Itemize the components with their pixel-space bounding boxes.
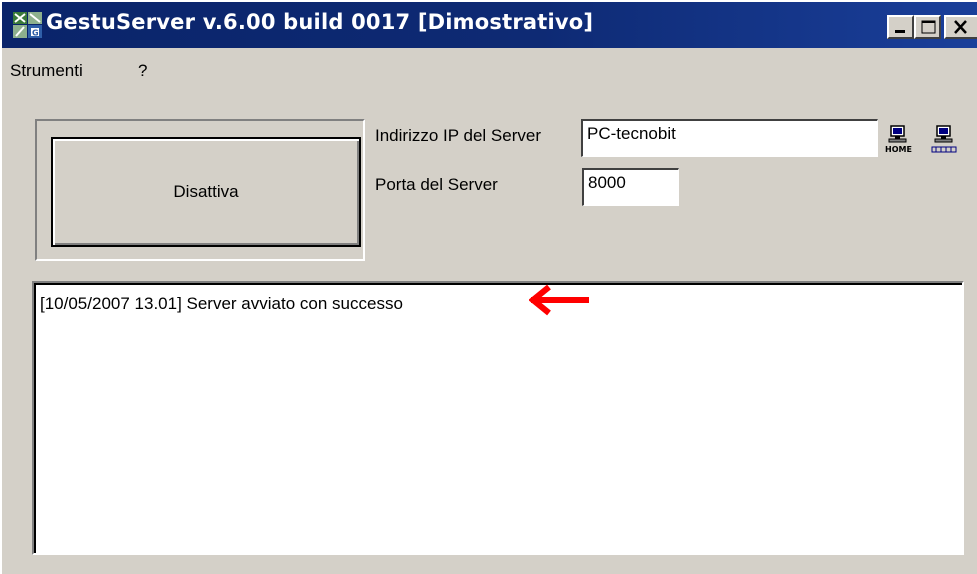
minimize-icon (895, 30, 905, 33)
log-line: [10/05/2007 13.01] Server avviato con su… (40, 294, 403, 313)
server-port-input[interactable]: 8000 (582, 168, 679, 206)
server-port-label: Porta del Server (375, 175, 498, 194)
disattiva-button[interactable]: Disattiva (51, 137, 361, 247)
maximize-icon (921, 20, 936, 34)
red-arrow-icon (529, 284, 589, 316)
menu-strumenti[interactable]: Strumenti (10, 61, 83, 81)
close-button[interactable] (944, 15, 977, 39)
window-title: GestuServer v.6.00 build 0017 [Dimostrat… (46, 10, 594, 34)
svg-text:G: G (32, 29, 39, 38)
svg-text:HOME: HOME (885, 145, 912, 154)
server-ip-input[interactable]: PC-tecnobit (581, 119, 878, 157)
maximize-button[interactable] (914, 15, 941, 39)
menu-bar: Strumenti ? (2, 52, 977, 86)
app-window: G GestuServer v.6.00 build 0017 [Dimostr… (0, 0, 977, 574)
minimize-button[interactable] (887, 15, 914, 39)
disattiva-button-label: Disattiva (173, 182, 239, 201)
close-icon (954, 20, 967, 34)
server-ip-label: Indirizzo IP del Server (375, 126, 541, 145)
log-textarea[interactable]: [10/05/2007 13.01] Server avviato con su… (32, 281, 964, 555)
home-computer-icon: HOME (885, 125, 912, 154)
home-computer-button[interactable]: HOME (884, 122, 912, 156)
title-bar[interactable]: G GestuServer v.6.00 build 0017 [Dimostr… (2, 2, 977, 48)
ip-address-computer-icon (931, 125, 957, 153)
ip-address-computer-button[interactable] (930, 122, 958, 156)
gestuserver-app-icon: G (12, 10, 44, 40)
menu-help[interactable]: ? (138, 61, 147, 81)
